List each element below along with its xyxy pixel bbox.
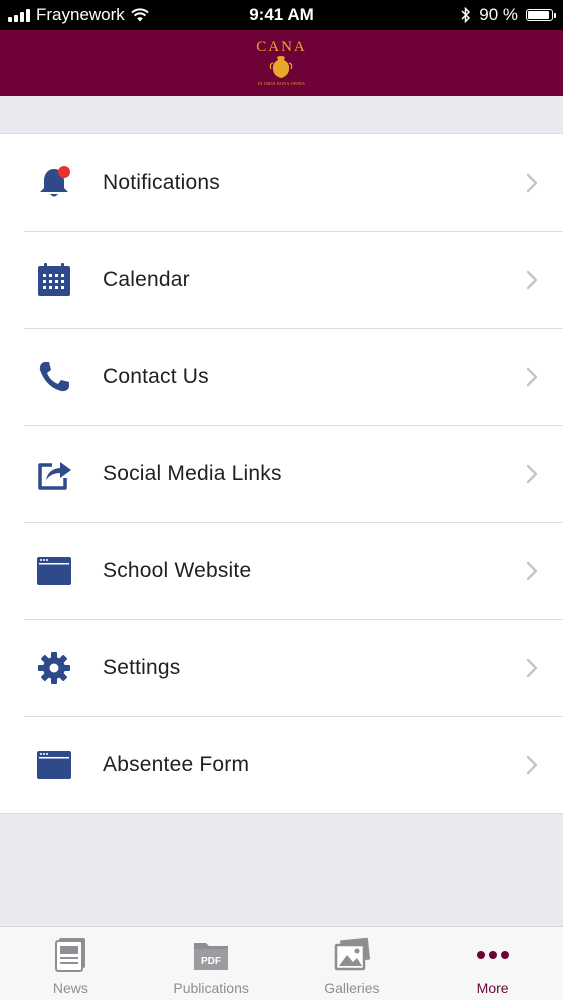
tab-label: Publications	[173, 980, 249, 996]
screen: Fraynework 9:41 AM 90 % CANA IN OMNI BON…	[0, 0, 563, 1000]
battery-percent: 90 %	[479, 5, 518, 24]
chevron-right-icon	[526, 755, 538, 774]
pdf-folder-icon: PDF	[191, 935, 231, 975]
menu-item-contact-us[interactable]: Contact Us	[0, 328, 563, 425]
menu-item-social-media-links[interactable]: Social Media Links	[0, 425, 563, 522]
calendar-icon	[36, 262, 72, 298]
bluetooth-icon	[461, 7, 471, 23]
bell-icon	[36, 165, 72, 201]
urn-icon	[270, 56, 293, 78]
menu-item-label: Absentee Form	[103, 752, 250, 776]
tab-news[interactable]: News	[0, 927, 141, 1000]
chevron-right-icon	[526, 367, 538, 386]
tab-publications[interactable]: PDF Publications	[141, 927, 282, 1000]
app-header: CANA IN OMNI BONA OPERA	[0, 30, 563, 96]
logo-motto: IN OMNI BONA OPERA	[257, 81, 306, 86]
chevron-right-icon	[526, 561, 538, 580]
menu-item-calendar[interactable]: Calendar	[0, 231, 563, 328]
menu-item-label: Calendar	[103, 267, 190, 291]
menu-item-label: Settings	[103, 655, 181, 679]
logo-text: CANA	[256, 39, 307, 55]
chevron-right-icon	[526, 464, 538, 483]
menu-item-settings[interactable]: Settings	[0, 619, 563, 716]
gear-icon	[36, 650, 72, 686]
menu-item-label: Social Media Links	[103, 461, 282, 485]
tab-label: More	[476, 980, 509, 996]
menu-item-label: Notifications	[103, 170, 220, 194]
pdf-label: PDF	[201, 956, 221, 967]
battery-icon	[526, 9, 556, 21]
more-menu-list: Notifications Calendar Contact Us Social…	[0, 133, 563, 814]
news-icon	[50, 935, 90, 975]
tab-more[interactable]: More	[422, 927, 563, 1000]
chevron-right-icon	[526, 173, 538, 192]
menu-item-absentee-form[interactable]: Absentee Form	[0, 716, 563, 813]
gallery-icon	[332, 935, 372, 975]
school-logo: CANA IN OMNI BONA OPERA	[256, 39, 307, 87]
share-icon	[36, 456, 72, 492]
browser-window-icon	[36, 553, 72, 589]
tab-label: Galleries	[324, 980, 380, 996]
tab-label: News	[52, 980, 88, 996]
battery-fill	[528, 11, 549, 19]
status-right: 90 %	[461, 0, 556, 30]
menu-item-label: School Website	[103, 558, 252, 582]
more-dots-icon	[473, 935, 513, 975]
tab-galleries[interactable]: Galleries	[282, 927, 423, 1000]
status-bar: Fraynework 9:41 AM 90 %	[0, 0, 563, 30]
phone-icon	[36, 359, 72, 395]
menu-item-label: Contact Us	[103, 364, 209, 388]
chevron-right-icon	[526, 658, 538, 677]
menu-item-school-website[interactable]: School Website	[0, 522, 563, 619]
browser-window-icon	[36, 747, 72, 783]
menu-item-notifications[interactable]: Notifications	[0, 134, 563, 231]
chevron-right-icon	[526, 270, 538, 289]
tab-bar: News PDF Publications Galleries More	[0, 926, 563, 1000]
